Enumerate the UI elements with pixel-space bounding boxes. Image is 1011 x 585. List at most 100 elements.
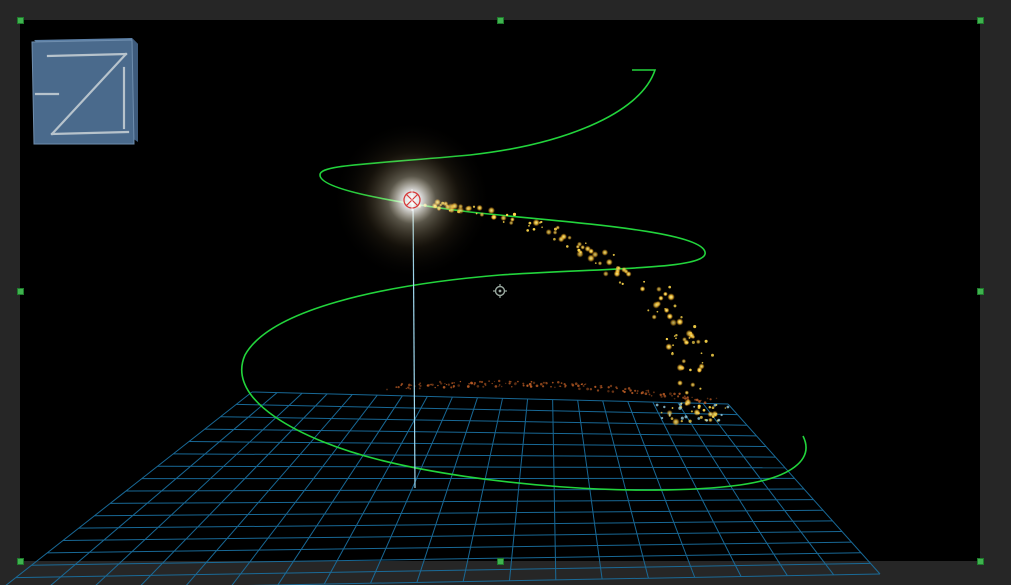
trail-particle <box>686 396 689 399</box>
particle-dot <box>699 415 703 419</box>
trail-particle <box>559 385 562 388</box>
trail-particle <box>470 381 473 385</box>
particle-dot <box>688 419 692 423</box>
particle-dot <box>690 410 693 413</box>
trail-particle <box>609 384 613 388</box>
trail-particle <box>479 380 481 383</box>
trail-particle <box>526 384 529 387</box>
trail-particle <box>571 384 575 387</box>
particle-dot <box>491 214 497 220</box>
trail-particle <box>550 385 552 388</box>
trail-particle <box>494 385 498 388</box>
view-cube-icon[interactable]: Z <box>30 38 140 148</box>
particle-dot <box>585 242 587 244</box>
trail-particle <box>488 380 490 382</box>
particle-dot <box>612 253 615 256</box>
selection-handle-top-right[interactable] <box>976 16 984 24</box>
particle-dot <box>567 235 572 240</box>
particle-dot <box>594 262 597 264</box>
particle-dot <box>693 325 697 329</box>
trail-particle <box>508 380 511 383</box>
particle-dot <box>545 229 552 236</box>
particle-dot <box>693 405 696 408</box>
selection-handle-bottom-right[interactable] <box>976 557 984 565</box>
selection-handle-middle-left[interactable] <box>16 287 24 295</box>
particle-dot <box>671 407 674 409</box>
trail-particle <box>715 397 718 400</box>
trail-particle <box>623 390 626 394</box>
trail-particle <box>662 392 666 396</box>
particle-dot <box>621 266 627 273</box>
particle-dot <box>621 282 624 286</box>
particle-dot <box>512 212 517 216</box>
trail-particle <box>627 387 631 390</box>
trail-particle <box>457 384 461 387</box>
trail-particle <box>611 390 615 393</box>
particle-dot <box>699 387 702 390</box>
selection-handle-middle-right[interactable] <box>976 287 984 295</box>
trail-particle <box>644 392 648 396</box>
grid-line <box>15 562 871 579</box>
particle-dot <box>656 310 659 313</box>
trail-particle <box>636 390 639 392</box>
trail-particle <box>678 392 681 395</box>
trail-particle <box>452 384 456 388</box>
particle-dot <box>651 314 657 320</box>
3d-viewport[interactable] <box>0 0 1011 585</box>
particle-dot <box>701 361 704 364</box>
trail-particle <box>459 380 462 383</box>
particle-dot <box>726 405 730 409</box>
trail-particle <box>540 382 543 386</box>
particle-dot <box>686 341 689 344</box>
particle-dot <box>601 249 609 256</box>
particle-dot <box>700 352 703 355</box>
trail-particle <box>647 391 650 394</box>
trail-particle <box>584 383 586 386</box>
particle-dot <box>597 261 603 266</box>
trail-particle <box>557 381 560 384</box>
trail-particle <box>560 382 563 384</box>
particle-dot <box>714 413 717 417</box>
point-light[interactable] <box>332 120 492 280</box>
particle-dot <box>502 221 505 223</box>
trail-particle <box>408 383 411 387</box>
selection-handle-bottom-center[interactable] <box>496 557 504 565</box>
trail-particle <box>453 382 455 384</box>
trail-particle <box>698 401 700 403</box>
trail-particle <box>468 383 470 385</box>
trail-particle <box>409 387 412 390</box>
trail-particle <box>682 396 685 399</box>
particle-dot <box>540 220 543 224</box>
trail-particle <box>636 392 638 394</box>
particle-dot <box>668 413 671 416</box>
selection-handle-top-center[interactable] <box>496 16 504 24</box>
trail-particle <box>418 387 421 390</box>
particle-dot <box>720 413 723 417</box>
particle-dot <box>689 368 692 372</box>
trail-particle <box>648 393 651 396</box>
particle-dot <box>614 267 621 274</box>
trail-particle <box>493 380 496 383</box>
trail-particle <box>669 392 672 396</box>
particle-dot <box>675 333 678 337</box>
trail-particle <box>691 396 693 399</box>
trail-particle <box>505 382 507 385</box>
particle-dot <box>602 270 609 277</box>
trail-particle <box>594 385 597 388</box>
particle-dot <box>643 280 646 283</box>
selection-handle-bottom-left[interactable] <box>16 557 24 565</box>
particle-dot <box>688 332 695 339</box>
trail-particle <box>397 385 400 389</box>
trail-particle <box>554 386 556 389</box>
trail-particle <box>542 381 545 384</box>
trail-particle <box>607 386 610 389</box>
trail-particle <box>634 389 637 392</box>
particle-dot <box>708 405 712 409</box>
particle-dot <box>669 319 677 327</box>
trail-particle <box>601 385 603 387</box>
trail-particle <box>437 384 439 387</box>
trail-particle <box>386 388 388 391</box>
particle-dot <box>647 309 650 312</box>
trail-particle <box>407 386 410 389</box>
selection-handle-top-left[interactable] <box>16 16 24 24</box>
